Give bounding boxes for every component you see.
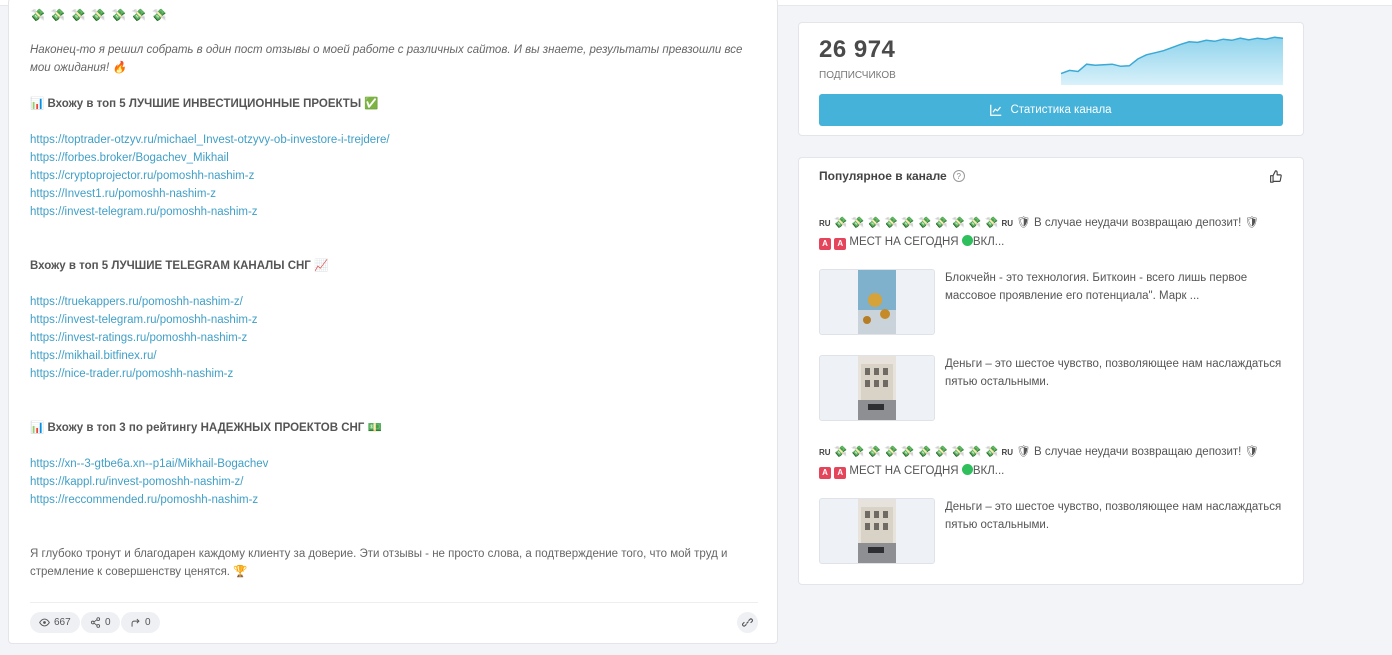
post-link[interactable]: https://nice-trader.ru/pomoshh-nashim-z: [30, 365, 233, 383]
post-card: 💸 💸 💸 💸 💸 💸 💸 Наконец-то я решил собрать…: [8, 0, 778, 644]
a-badge: A: [834, 238, 847, 250]
popular-thumbnail[interactable]: [819, 355, 935, 421]
popular-item-text: 🛡 В случае неудачи возвращаю депозит! 🛡: [1016, 217, 1260, 229]
post-outro: Я глубоко тронут и благодарен каждому кл…: [30, 548, 728, 578]
views-count: 667: [54, 617, 71, 628]
green-dot-icon: [961, 235, 973, 246]
post-link[interactable]: https://invest-ratings.ru/pomoshh-nashim…: [30, 329, 247, 347]
subscriber-count: 26 974: [819, 36, 896, 63]
popular-title-row: Популярное в канале ?: [819, 169, 965, 183]
money-emoji-row: 💸 💸 💸 💸 💸 💸 💸 💸 💸 💸: [833, 217, 999, 229]
building-photo: [858, 356, 896, 420]
share-icon: [90, 617, 101, 628]
a-badge: A: [819, 238, 831, 250]
forwards-count: 0: [145, 617, 151, 628]
bitcoin-photo: [858, 270, 896, 334]
post-link[interactable]: https://reccommended.ru/pomoshh-nashim-z: [30, 491, 258, 509]
building-photo: [858, 499, 896, 563]
popular-item-text: 🛡 В случае неудачи возвращаю депозит! 🛡: [1016, 446, 1260, 458]
popular-item-text[interactable]: Деньги – это шестое чувство, позволяющее…: [945, 355, 1285, 391]
post-link[interactable]: https://forbes.broker/Bogachev_Mikhail: [30, 149, 229, 167]
views-counter[interactable]: 667: [30, 612, 80, 633]
shares-counter[interactable]: 0: [81, 612, 120, 633]
popular-thumbnail[interactable]: [819, 498, 935, 564]
channel-stats-label: Статистика канала: [1010, 104, 1112, 116]
section-heading-telegram: Вхожу в топ 5 ЛУЧШИЕ TELEGRAM КАНАЛЫ СНГ…: [30, 260, 329, 272]
money-emoji-row: 💸 💸 💸 💸 💸 💸 💸 💸 💸 💸: [833, 446, 999, 458]
forward-icon: [131, 618, 140, 627]
ru-tag: RU: [819, 219, 831, 228]
popular-item-line2: МЕСТ НА СЕГОДНЯ: [849, 465, 959, 477]
post-link[interactable]: https://truekappers.ru/pomoshh-nashim-z/: [30, 293, 243, 311]
popular-thumbnail[interactable]: [819, 269, 935, 335]
post-link[interactable]: https://invest-telegram.ru/pomoshh-nashi…: [30, 203, 258, 221]
popular-item[interactable]: RU 💸 💸 💸 💸 💸 💸 💸 💸 💸 💸 RU 🛡 В случае неу…: [819, 443, 1285, 480]
help-icon[interactable]: ?: [952, 170, 965, 182]
chart-icon: [990, 104, 1002, 116]
post-link[interactable]: https://xn--3-gtbe6a.xn--p1ai/Mikhail-Bo…: [30, 455, 268, 473]
eye-icon: [39, 618, 50, 627]
post-link[interactable]: https://cryptoprojector.ru/pomoshh-nashi…: [30, 167, 254, 185]
a-badge: A: [819, 467, 831, 479]
popular-item-vkl: ВКЛ...: [972, 236, 1005, 248]
section-heading-investment: 📊 Вхожу в топ 5 ЛУЧШИЕ ИНВЕСТИЦИОННЫЕ ПР…: [30, 98, 379, 110]
popular-item-line2: МЕСТ НА СЕГОДНЯ: [849, 236, 959, 248]
subscriber-sparkline: [1061, 36, 1283, 85]
channel-stats-button[interactable]: Статистика канала: [819, 94, 1283, 126]
post-link[interactable]: https://mikhail.bitfinex.ru/: [30, 347, 157, 365]
section-heading-reliable: 📊 Вхожу в топ 3 по рейтингу НАДЕЖНЫХ ПРО…: [30, 422, 382, 434]
popular-in-channel-card: Популярное в канале ? RU 💸 💸 💸 💸 💸 💸 💸 💸…: [798, 157, 1304, 585]
shares-count: 0: [105, 617, 111, 628]
popular-item-text[interactable]: Деньги – это шестое чувство, позволяющее…: [945, 498, 1285, 534]
thumbs-up-icon[interactable]: [1269, 170, 1282, 183]
a-badge: A: [834, 467, 847, 479]
post-footer: 667 0 0: [30, 602, 758, 644]
post-link[interactable]: https://Invest1.ru/pomoshh-nashim-z: [30, 185, 216, 203]
ru-tag: RU: [819, 448, 831, 457]
money-emoji-row: 💸 💸 💸 💸 💸 💸 💸: [30, 8, 168, 22]
popular-item-text[interactable]: Блокчейн - это технология. Биткоин - все…: [945, 269, 1285, 305]
ru-tag: RU: [1001, 448, 1013, 457]
popular-title: Популярное в канале: [819, 169, 947, 183]
post-link[interactable]: https://toptrader-otzyv.ru/michael_Inves…: [30, 131, 390, 149]
popular-item[interactable]: RU 💸 💸 💸 💸 💸 💸 💸 💸 💸 💸 RU 🛡 В случае неу…: [819, 214, 1285, 251]
ru-tag: RU: [1001, 219, 1013, 228]
post-link[interactable]: https://kappl.ru/invest-pomoshh-nashim-z…: [30, 473, 243, 491]
post-intro: Наконец-то я решил собрать в один пост о…: [30, 44, 743, 74]
popular-item-vkl: ВКЛ...: [972, 465, 1005, 477]
subscriber-label: подписчиков: [819, 70, 896, 81]
copy-link-button[interactable]: [737, 612, 758, 633]
link-icon: [742, 618, 753, 627]
channel-stats-card: 26 974 подписчиков Статистика канала: [798, 22, 1304, 136]
forwards-counter[interactable]: 0: [121, 612, 160, 633]
post-link[interactable]: https://invest-telegram.ru/pomoshh-nashi…: [30, 311, 258, 329]
green-dot-icon: [961, 464, 973, 475]
